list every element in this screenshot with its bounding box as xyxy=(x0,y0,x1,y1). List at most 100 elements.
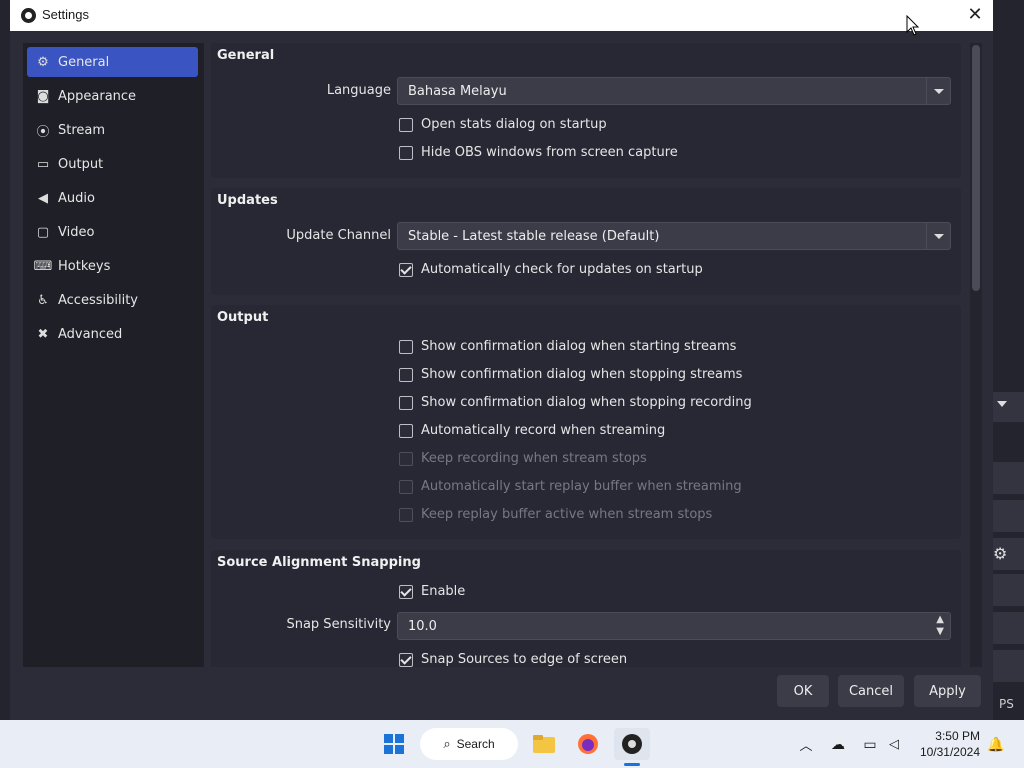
obs-taskbar-icon[interactable] xyxy=(614,728,650,766)
background-block xyxy=(993,462,1024,494)
snap-sensitivity-spinbox[interactable]: 10.0 ▲ ▼ xyxy=(397,612,951,640)
checkbox-box[interactable] xyxy=(399,652,413,667)
output-group: Output Show confirmation dialog when sta… xyxy=(211,305,961,539)
sidebar-item-hotkeys[interactable]: ⌨ Hotkeys xyxy=(27,251,198,281)
windows-start-icon[interactable] xyxy=(378,728,410,760)
spin-up-icon[interactable]: ▲ xyxy=(936,614,944,625)
volume-muted-icon[interactable]: ◁ xyxy=(884,728,904,760)
sidebar-item-label: General xyxy=(58,54,110,70)
active-indicator xyxy=(624,763,640,766)
checkbox-box[interactable] xyxy=(399,367,413,382)
clock-time: 3:50 PM xyxy=(935,729,980,743)
file-explorer-icon[interactable] xyxy=(528,728,560,760)
group-title-updates: Updates xyxy=(217,193,278,208)
background-block xyxy=(993,650,1024,682)
checkbox-label: Enable xyxy=(421,584,466,599)
checkbox-box xyxy=(399,507,413,522)
sidebar-item-video[interactable]: ▢ Video xyxy=(27,217,198,247)
snap-edge-checkbox[interactable]: Snap Sources to edge of screen xyxy=(399,652,627,667)
mouse-cursor-icon xyxy=(906,15,920,36)
sidebar-item-label: Stream xyxy=(58,122,106,138)
spin-down-icon[interactable]: ▼ xyxy=(936,626,944,637)
background-right-panel: ⚙ PS xyxy=(993,0,1024,720)
monitor-icon: ▢ xyxy=(36,224,50,240)
taskbar-search[interactable]: ⌕ Search xyxy=(420,728,518,760)
group-title-snapping: Source Alignment Snapping xyxy=(217,555,421,570)
keep-recording-checkbox: Keep recording when stream stops xyxy=(399,451,647,466)
search-label: Search xyxy=(456,737,495,751)
background-block xyxy=(993,612,1024,644)
sidebar-item-label: Video xyxy=(58,224,95,240)
snap-sensitivity-label: Snap Sensitivity xyxy=(286,617,391,632)
sidebar-item-output[interactable]: ▭ Output xyxy=(27,149,198,179)
background-text: PS xyxy=(999,697,1014,711)
snapping-group: Source Alignment Snapping Enable Snap Se… xyxy=(211,550,961,667)
checkbox-box[interactable] xyxy=(399,584,413,599)
sidebar-item-audio[interactable]: ◀ Audio xyxy=(27,183,198,213)
checkbox-box[interactable] xyxy=(399,145,413,160)
checkbox-label: Open stats dialog on startup xyxy=(421,117,607,132)
notification-bell-icon[interactable]: 🔔 xyxy=(986,728,1006,760)
sidebar-item-appearance[interactable]: ◙ Appearance xyxy=(27,81,198,111)
sidebar-item-advanced[interactable]: ✖ Advanced xyxy=(27,319,198,349)
checkbox-box[interactable] xyxy=(399,117,413,132)
speaker-icon: ◀ xyxy=(38,190,48,206)
settings-sidebar: ⚙ General ◙ Appearance ⦿ Stream ▭ Output… xyxy=(23,43,204,667)
chevron-up-icon[interactable]: ︿ xyxy=(796,728,816,760)
search-icon: ⌕ xyxy=(443,736,451,751)
general-group: General Language Bahasa Melayu Open stat… xyxy=(211,43,961,178)
background-block: ⚙ xyxy=(993,538,1024,570)
updates-group: Updates Update Channel Stable - Latest s… xyxy=(211,188,961,295)
checkbox-box[interactable] xyxy=(399,339,413,354)
auto-record-checkbox[interactable]: Automatically record when streaming xyxy=(399,423,665,438)
checkbox-box[interactable] xyxy=(399,423,413,438)
hide-obs-checkbox[interactable]: Hide OBS windows from screen capture xyxy=(399,145,678,160)
close-icon[interactable]: ✕ xyxy=(963,3,987,27)
firefox-icon[interactable] xyxy=(572,728,604,760)
gear-icon: ⚙ xyxy=(37,54,49,70)
checkbox-label: Automatically start replay buffer when s… xyxy=(421,479,742,494)
scrollbar-thumb[interactable] xyxy=(972,45,980,291)
ok-button[interactable]: OK xyxy=(777,675,829,707)
checkbox-label: Hide OBS windows from screen capture xyxy=(421,145,678,160)
sidebar-item-label: Output xyxy=(58,156,104,172)
language-select[interactable]: Bahasa Melayu xyxy=(397,77,951,105)
confirm-start-stream-checkbox[interactable]: Show confirmation dialog when starting s… xyxy=(399,339,736,354)
update-channel-label: Update Channel xyxy=(286,228,391,243)
snapping-enable-checkbox[interactable]: Enable xyxy=(399,584,465,599)
checkbox-label: Show confirmation dialog when starting s… xyxy=(421,339,737,354)
sidebar-item-label: Audio xyxy=(58,190,95,206)
chevron-down-icon[interactable] xyxy=(926,223,950,249)
language-value: Bahasa Melayu xyxy=(408,84,507,99)
cancel-button[interactable]: Cancel xyxy=(838,675,904,707)
checkbox-label: Automatically check for updates on start… xyxy=(421,262,703,277)
update-channel-select[interactable]: Stable - Latest stable release (Default) xyxy=(397,222,951,250)
confirm-stop-stream-checkbox[interactable]: Show confirmation dialog when stopping s… xyxy=(399,367,742,382)
background-left-strip xyxy=(0,0,10,720)
network-icon[interactable]: ▭ xyxy=(860,728,880,760)
keep-replay-buffer-checkbox: Keep replay buffer active when stream st… xyxy=(399,507,712,522)
checkbox-box[interactable] xyxy=(399,395,413,410)
chevron-down-icon[interactable] xyxy=(926,78,950,104)
checkbox-box[interactable] xyxy=(399,262,413,277)
open-stats-checkbox[interactable]: Open stats dialog on startup xyxy=(399,117,607,132)
chevron-down-icon xyxy=(997,401,1007,407)
clock-date: 10/31/2024 xyxy=(919,745,980,759)
gear-icon[interactable]: ⚙ xyxy=(993,544,1007,563)
sidebar-item-general[interactable]: ⚙ General xyxy=(27,47,198,77)
sidebar-item-accessibility[interactable]: ♿ Accessibility xyxy=(27,285,198,315)
broadcast-icon: ⦿ xyxy=(36,124,50,140)
checkbox-label: Snap Sources to edge of screen xyxy=(421,652,628,667)
apply-button[interactable]: Apply xyxy=(914,675,981,707)
confirm-stop-recording-checkbox[interactable]: Show confirmation dialog when stopping r… xyxy=(399,395,752,410)
auto-check-updates-checkbox[interactable]: Automatically check for updates on start… xyxy=(399,262,703,277)
background-block xyxy=(993,500,1024,532)
group-title-general: General xyxy=(217,48,275,63)
wrench-icon: ✖ xyxy=(37,326,49,342)
cloud-offline-icon[interactable]: ☁ xyxy=(828,728,848,760)
sidebar-item-stream[interactable]: ⦿ Stream xyxy=(27,115,198,145)
taskbar-clock[interactable]: 3:50 PM 10/31/2024 xyxy=(920,728,980,760)
content-scrollbar[interactable] xyxy=(970,43,982,667)
sidebar-item-label: Accessibility xyxy=(58,292,138,308)
settings-content: General Language Bahasa Melayu Open stat… xyxy=(211,43,963,667)
